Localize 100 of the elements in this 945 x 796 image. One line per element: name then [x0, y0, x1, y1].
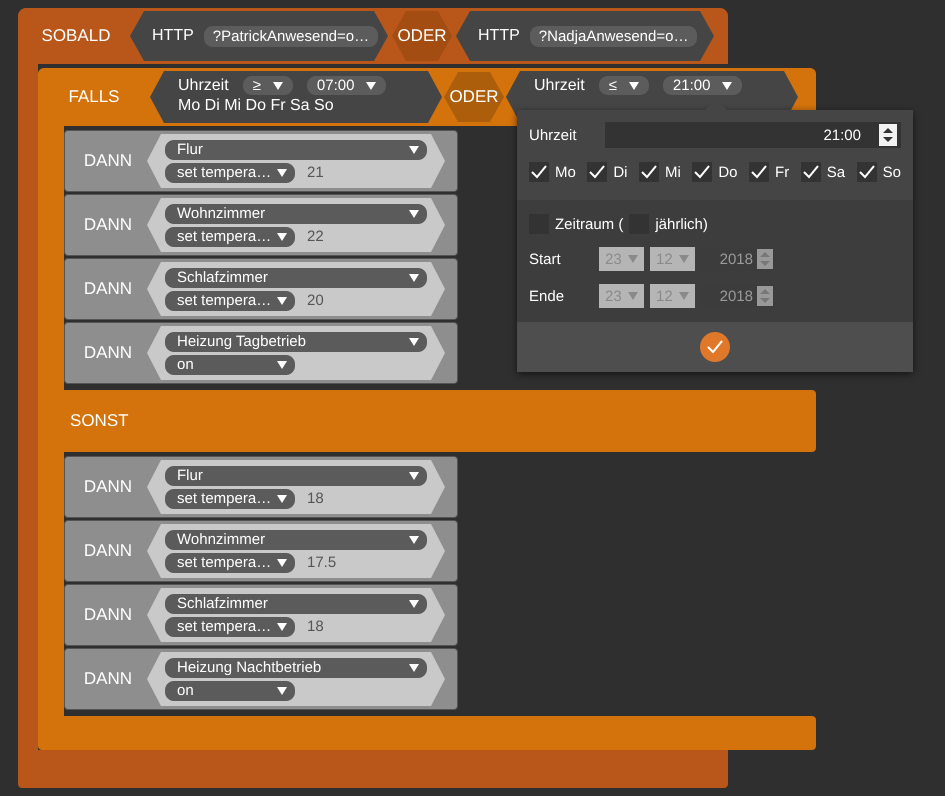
block-label: DANN	[82, 279, 134, 299]
caret-icon	[679, 255, 689, 263]
device-dropdown[interactable]: Wohnzimmer	[165, 530, 427, 550]
weekday-checkbox[interactable]: Mi	[639, 162, 681, 182]
yearly-checkbox[interactable]: jährlich)	[629, 214, 708, 234]
caret-icon	[409, 146, 419, 154]
check-icon	[641, 165, 658, 179]
caret-icon	[409, 536, 419, 544]
action-value: 18	[307, 490, 324, 507]
caret-icon	[272, 82, 283, 90]
caret-icon	[366, 82, 376, 90]
block-label: SOBALD	[40, 26, 112, 46]
check-icon	[531, 165, 547, 179]
check-icon	[707, 340, 723, 354]
time-dropdown[interactable]: 07:00	[306, 76, 386, 95]
action-dropdown[interactable]: set tempera…	[165, 162, 295, 182]
caret-icon	[409, 600, 419, 608]
caret-icon	[628, 292, 638, 300]
device-dropdown[interactable]: Heizung Tagbetrieb	[165, 332, 427, 352]
weekday-checkbox[interactable]: So	[856, 162, 901, 182]
time-condition[interactable]: Uhrzeit ≥ 07:00 Mo Di Mi Do Fr Sa So	[150, 71, 442, 123]
caret-icon	[409, 338, 419, 346]
check-icon	[858, 165, 875, 179]
block-label: DANN	[82, 151, 134, 171]
action-dropdown[interactable]: set tempera…	[165, 290, 295, 310]
caret-icon	[679, 292, 689, 300]
device-dropdown[interactable]: Wohnzimmer	[165, 204, 427, 224]
url-value[interactable]: ?PatrickAnwesend=o…	[204, 26, 378, 46]
caret-icon	[277, 622, 287, 630]
http-condition[interactable]: HTTP ?PatrickAnwesend=o…	[130, 11, 388, 61]
action-value: 21	[307, 164, 324, 181]
http-condition[interactable]: HTTP ?NadjaAnwesend=o…	[456, 11, 714, 61]
block-label: DANN	[82, 669, 134, 689]
action-dropdown[interactable]: set tempera…	[165, 552, 295, 572]
caret-icon	[277, 558, 287, 566]
condition-type: HTTP	[478, 27, 520, 45]
action-dropdown[interactable]: set tempera…	[165, 488, 295, 508]
operator-block[interactable]: ODER	[444, 72, 504, 122]
time-dropdown[interactable]: 21:00	[662, 76, 742, 95]
action-dropdown[interactable]: set tempera…	[165, 616, 295, 636]
caret-icon	[409, 210, 419, 218]
caret-icon	[409, 472, 419, 480]
operator-block[interactable]: ODER	[392, 11, 452, 61]
block-label: DANN	[82, 605, 134, 625]
period-checkbox[interactable]: Zeitraum (	[529, 214, 624, 234]
action-block[interactable]: DANN Flur set tempera… 18	[64, 456, 458, 518]
time-input[interactable]: 21:00	[605, 122, 901, 148]
device-dropdown[interactable]: Heizung Nachtbetrieb	[165, 658, 427, 678]
action-dropdown[interactable]: set tempera…	[165, 226, 295, 246]
block-label: FALLS	[67, 87, 121, 107]
action-block[interactable]: DANN Heizung Tagbetrieb on	[64, 322, 458, 384]
comparator-dropdown[interactable]: ≥	[242, 76, 293, 95]
weekday-checkbox[interactable]: Mo	[529, 162, 576, 182]
action-dropdown[interactable]: on	[165, 680, 295, 700]
caret-icon	[628, 255, 638, 263]
caret-icon	[277, 232, 287, 240]
block-label: DANN	[82, 343, 134, 363]
block-label: DANN	[82, 215, 134, 235]
weekday-checkbox[interactable]: Sa	[800, 162, 846, 182]
caret-icon	[277, 686, 287, 694]
condition-type: Uhrzeit	[534, 76, 585, 94]
comparator-dropdown[interactable]: ≤	[598, 76, 649, 95]
caret-icon	[277, 296, 287, 304]
action-block[interactable]: DANN Wohnzimmer set tempera… 22	[64, 194, 458, 256]
field-label: Start	[529, 250, 562, 268]
condition-type: Uhrzeit	[178, 76, 229, 94]
caret-icon	[277, 168, 287, 176]
block-label: SONST	[70, 411, 129, 431]
check-icon	[751, 165, 768, 179]
check-icon	[802, 165, 819, 179]
condition-type: HTTP	[152, 27, 194, 45]
spinner-icon[interactable]	[879, 124, 897, 146]
caret-icon	[722, 82, 732, 90]
action-value: 18	[307, 618, 324, 635]
field-label: Ende	[529, 288, 566, 304]
action-block[interactable]: DANN Flur set tempera… 21	[64, 130, 458, 192]
device-dropdown[interactable]: Flur	[165, 140, 427, 160]
caret-icon	[409, 664, 419, 672]
block-label: DANN	[82, 541, 134, 561]
device-dropdown[interactable]: Flur	[165, 466, 427, 486]
caret-icon	[277, 360, 287, 368]
action-value: 20	[307, 292, 324, 309]
field-label: Uhrzeit	[529, 126, 578, 144]
device-dropdown[interactable]: Schlafzimmer	[165, 268, 427, 288]
check-icon	[694, 165, 710, 179]
action-dropdown[interactable]: on	[165, 354, 295, 374]
block-label: DANN	[82, 477, 134, 497]
action-block[interactable]: DANN Schlafzimmer set tempera… 18	[64, 584, 458, 646]
action-block[interactable]: DANN Wohnzimmer set tempera… 17.5	[64, 520, 458, 582]
confirm-button[interactable]	[700, 332, 730, 362]
url-value[interactable]: ?NadjaAnwesend=o…	[530, 26, 698, 46]
action-block[interactable]: DANN Schlafzimmer set tempera… 20	[64, 258, 458, 320]
device-dropdown[interactable]: Schlafzimmer	[165, 594, 427, 614]
weekdays-text: Mo Di Mi Do Fr Sa So	[178, 97, 335, 115]
action-value: 22	[307, 228, 324, 245]
weekday-checkbox[interactable]: Do	[692, 162, 738, 182]
caret-icon	[277, 494, 287, 502]
action-block[interactable]: DANN Heizung Nachtbetrieb on	[64, 648, 458, 710]
action-value: 17.5	[307, 554, 336, 571]
caret-icon	[628, 82, 639, 90]
